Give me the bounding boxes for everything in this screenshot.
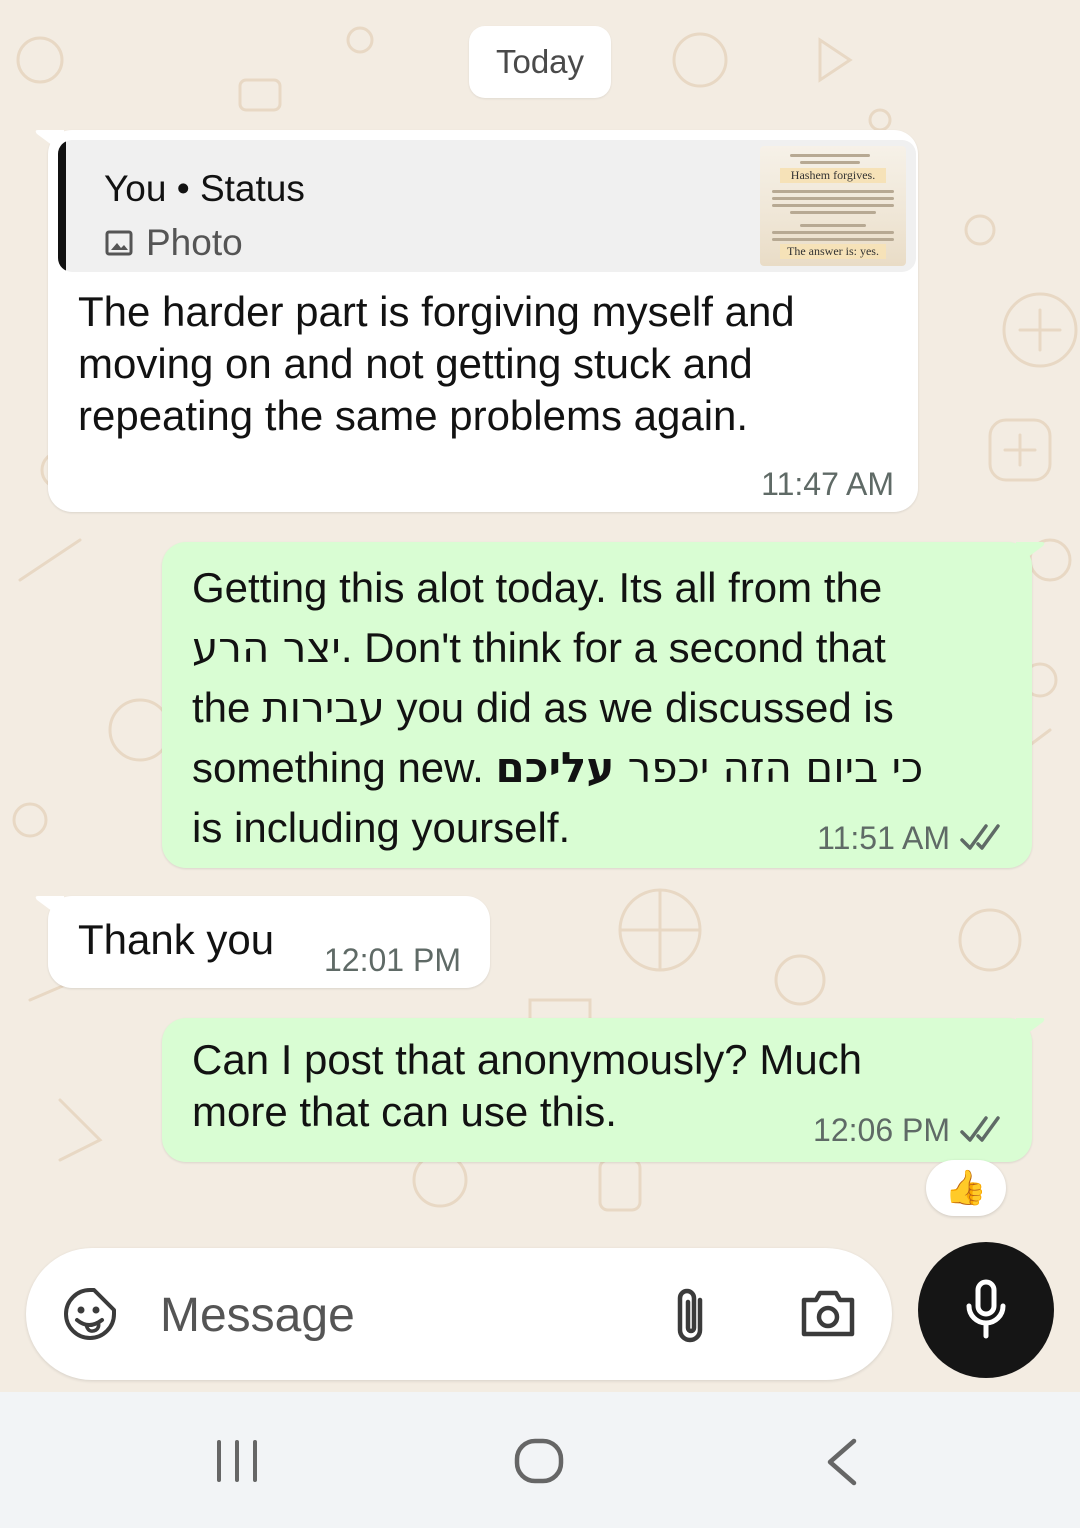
quote-author: You • Status [104, 168, 305, 209]
message-time: 11:47 AM [761, 466, 894, 502]
message-line: the עבירות you did as we discussed is [192, 678, 1012, 738]
hebrew-text: עבירות [262, 683, 385, 732]
hebrew-text-bold: עליכם [495, 743, 615, 792]
reaction-emoji: 👍 [944, 1169, 988, 1207]
quote-type-label: Photo [146, 222, 243, 263]
text-fragment: something new. [192, 744, 484, 791]
paperclip-icon[interactable] [670, 1286, 714, 1346]
message-text: Getting this alot today. Its all from th… [192, 558, 1012, 858]
message-time: 11:51 AM [817, 820, 950, 856]
message-line: יצר הרע. Don't think for a second that [192, 618, 1012, 678]
outgoing-message-bubble[interactable]: Getting this alot today. Its all from th… [162, 542, 1045, 868]
voice-record-button[interactable] [918, 1242, 1054, 1378]
quote-type: Photo [104, 222, 243, 264]
thumb-heading-2: The answer is: yes. [780, 244, 886, 259]
bubble-tail [1016, 542, 1045, 566]
incoming-message-bubble[interactable]: Thank you 12:01 PM [35, 896, 490, 988]
message-input[interactable]: Message [160, 1288, 355, 1343]
quoted-status[interactable]: You • Status Photo Hashem forgives. The … [58, 140, 916, 272]
incoming-message-bubble[interactable]: You • Status Photo Hashem forgives. The … [35, 130, 918, 512]
hebrew-text: כי ביום הזה יכפר עליכם [496, 743, 924, 792]
message-line: Can I post that anonymously? Much [192, 1036, 863, 1083]
back-icon[interactable] [824, 1438, 860, 1486]
recents-icon[interactable] [214, 1440, 260, 1482]
message-composer[interactable]: Message [26, 1248, 892, 1380]
message-line: something new. כי ביום הזה יכפר עליכם [192, 738, 1012, 798]
bubble-tail [35, 896, 64, 920]
system-navigation-bar [0, 1392, 1080, 1528]
quote-accent-bar [58, 140, 66, 272]
message-line: Getting this alot today. Its all from th… [192, 564, 883, 611]
double-check-icon [960, 824, 1000, 850]
sticker-emoji-icon[interactable] [62, 1286, 118, 1342]
thumbs-up-reaction[interactable]: 👍 [926, 1160, 1006, 1216]
date-separator: Today [469, 26, 611, 98]
text-fragment: you did as we discussed is [396, 684, 894, 731]
hebrew-text: יצר הרע [192, 623, 341, 672]
message-time: 12:06 PM [813, 1112, 950, 1148]
message-text: The harder part is forgiving myself and … [78, 288, 795, 439]
camera-icon[interactable] [798, 1288, 858, 1340]
bubble-tail [1016, 1018, 1045, 1042]
microphone-icon [966, 1279, 1006, 1339]
double-check-icon [960, 1116, 1000, 1142]
text-fragment: the [192, 684, 251, 731]
message-time: 12:01 PM [324, 942, 461, 978]
hebrew-text-regular: כי ביום הזה יכפר [627, 743, 924, 792]
message-text: Thank you [78, 916, 275, 963]
home-icon[interactable] [514, 1438, 564, 1484]
outgoing-message-bubble[interactable]: Can I post that anonymously? Much more t… [162, 1018, 1045, 1162]
photo-icon [105, 230, 133, 256]
text-fragment: . Don't think for a second that [340, 624, 886, 671]
thumb-heading: Hashem forgives. [780, 168, 886, 183]
status-thumbnail: Hashem forgives. The answer is: yes. [760, 146, 906, 266]
